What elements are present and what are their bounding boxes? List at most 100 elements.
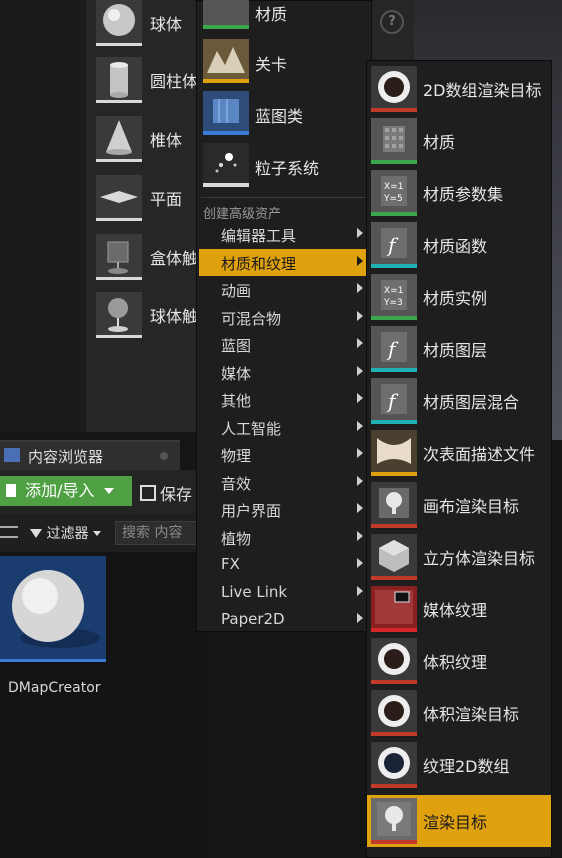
search-input[interactable]: 搜索 内容: [115, 521, 205, 545]
menu-item-label: 材质: [255, 5, 288, 24]
asset-tile[interactable]: [0, 556, 106, 662]
submenu-item-media-texture[interactable]: 媒体纹理: [367, 583, 551, 635]
asset-name: DMapCreator: [8, 680, 101, 696]
category-materials-textures[interactable]: 材质和纹理: [199, 249, 369, 276]
filter-button[interactable]: 过滤器: [30, 523, 101, 543]
submenu-item-material-layer[interactable]: f 材质图层: [367, 323, 551, 375]
submenu-arrow-icon: [357, 366, 363, 376]
submenu-arrow-icon: [357, 531, 363, 541]
view-options-icon[interactable]: [0, 526, 18, 538]
category-physics[interactable]: 物理: [199, 441, 369, 468]
category-label: Paper2D: [221, 610, 285, 628]
category-label: 植物: [221, 530, 252, 548]
cube-render-target-icon: [371, 534, 417, 580]
shape-item-box-trigger[interactable]: 盒体触: [96, 234, 200, 280]
submenu-item-material-parameter-collection[interactable]: X=1 Y=5 材质参数集: [367, 167, 551, 219]
category-editor-utilities[interactable]: 编辑器工具: [199, 221, 369, 248]
submenu-item-texture-2d-array[interactable]: 纹理2D数组: [367, 739, 551, 791]
add-import-button[interactable]: 添加/导入: [0, 476, 132, 506]
menu-item-level[interactable]: 关卡: [201, 37, 367, 89]
chevron-down-icon: [103, 488, 114, 494]
chevron-down-icon: [92, 531, 101, 536]
submenu-arrow-icon: [357, 613, 363, 623]
category-paper2d[interactable]: Paper2D: [199, 606, 369, 633]
material-parameter-collection-icon: X=1 Y=5: [371, 170, 417, 216]
create-asset-menu: 材质 关卡 蓝图类 粒子系统 创建高级资产 编辑器工具 材质和纹理 动画 可混合…: [196, 0, 372, 632]
cylinder-icon: [96, 57, 142, 103]
submenu-arrow-icon: [357, 448, 363, 458]
menu-item-label: 关卡: [255, 55, 288, 74]
submenu-arrow-icon: [357, 393, 363, 403]
shape-item-plane[interactable]: 平面: [96, 175, 200, 221]
subsurface-profile-icon: [371, 430, 417, 476]
category-label: 动画: [221, 282, 252, 300]
submenu-item-subsurface-profile[interactable]: 次表面描述文件: [367, 427, 551, 479]
category-label: 其他: [221, 392, 252, 410]
category-label: 编辑器工具: [221, 227, 297, 245]
category-media[interactable]: 媒体: [199, 359, 369, 386]
submenu-item-label: 材质函数: [423, 237, 488, 256]
submenu-item-material-layer-blend[interactable]: f 材质图层混合: [367, 375, 551, 427]
submenu-arrow-icon: [357, 503, 363, 513]
submenu-item-material[interactable]: 材质: [367, 115, 551, 167]
category-blendables[interactable]: 可混合物: [199, 304, 369, 331]
filter-funnel-icon: [30, 529, 42, 538]
submenu-item-label: 材质参数集: [423, 185, 504, 204]
texture-2d-array-icon: [371, 742, 417, 788]
svg-text:X=1: X=1: [384, 286, 403, 296]
category-live-link[interactable]: Live Link: [199, 579, 369, 606]
category-label: 蓝图: [221, 337, 252, 355]
submenu-item-render-target-2d-array[interactable]: 2D数组渲染目标: [367, 63, 551, 115]
new-file-icon: [6, 484, 16, 497]
submenu-item-label: 材质实例: [423, 289, 488, 308]
category-user-interface[interactable]: 用户界面: [199, 496, 369, 523]
shape-item-cylinder[interactable]: 圆柱体: [96, 57, 200, 103]
volume-texture-icon: [371, 638, 417, 684]
category-blueprints[interactable]: 蓝图: [199, 331, 369, 358]
submenu-item-volume-render-target[interactable]: 体积渲染目标: [367, 687, 551, 739]
content-browser-icon: [4, 448, 20, 462]
menu-item-particle-system[interactable]: 粒子系统: [201, 141, 367, 193]
menu-item-material[interactable]: 材质: [201, 0, 367, 35]
blueprint-icon: [203, 91, 249, 135]
submenu-arrow-icon: [357, 421, 363, 431]
submenu-item-canvas-render-target[interactable]: 画布渲染目标: [367, 479, 551, 531]
category-foliage[interactable]: 植物: [199, 524, 369, 551]
menu-item-blueprint[interactable]: 蓝图类: [201, 89, 367, 141]
help-icon[interactable]: ?: [380, 10, 404, 34]
shape-label: 球体触: [150, 307, 199, 326]
content-browser-tab[interactable]: 内容浏览器: [0, 440, 180, 470]
shape-item-sphere-trigger[interactable]: 球体触: [96, 292, 200, 338]
shape-label: 圆柱体: [150, 72, 199, 91]
save-button[interactable]: 保存: [140, 481, 192, 505]
render-target-icon: [371, 798, 417, 844]
submenu-item-label: 立方体渲染目标: [423, 549, 536, 568]
shape-item-cone[interactable]: 椎体: [96, 116, 200, 162]
submenu-item-material-function[interactable]: f 材质函数: [367, 219, 551, 271]
material-function-icon: f: [371, 222, 417, 268]
sphere-trigger-icon: [96, 292, 142, 338]
submenu-item-volume-texture[interactable]: 体积纹理: [367, 635, 551, 687]
submenu-item-render-target[interactable]: 渲染目标: [367, 795, 551, 847]
submenu-arrow-icon: [357, 256, 363, 266]
submenu-item-material-instance[interactable]: X=1 Y=3 材质实例: [367, 271, 551, 323]
material-instance-icon: X=1 Y=3: [371, 274, 417, 320]
level-icon: [203, 39, 249, 83]
submenu-item-label: 画布渲染目标: [423, 497, 520, 516]
category-label: 用户界面: [221, 502, 282, 520]
category-miscellaneous[interactable]: 其他: [199, 386, 369, 413]
category-fx[interactable]: FX: [199, 551, 369, 578]
category-sounds[interactable]: 音效: [199, 469, 369, 496]
submenu-arrow-icon: [357, 558, 363, 568]
submenu-item-cube-render-target[interactable]: 立方体渲染目标: [367, 531, 551, 583]
media-texture-icon: [371, 586, 417, 632]
category-ai[interactable]: 人工智能: [199, 414, 369, 441]
plane-icon: [96, 175, 142, 221]
category-animation[interactable]: 动画: [199, 276, 369, 303]
save-label: 保存: [160, 485, 193, 504]
shape-item-sphere[interactable]: 球体: [96, 0, 200, 46]
svg-text:Y=3: Y=3: [383, 298, 403, 308]
category-label: 音效: [221, 475, 252, 493]
submenu-item-label: 体积纹理: [423, 653, 488, 672]
menu-divider: [201, 197, 367, 198]
